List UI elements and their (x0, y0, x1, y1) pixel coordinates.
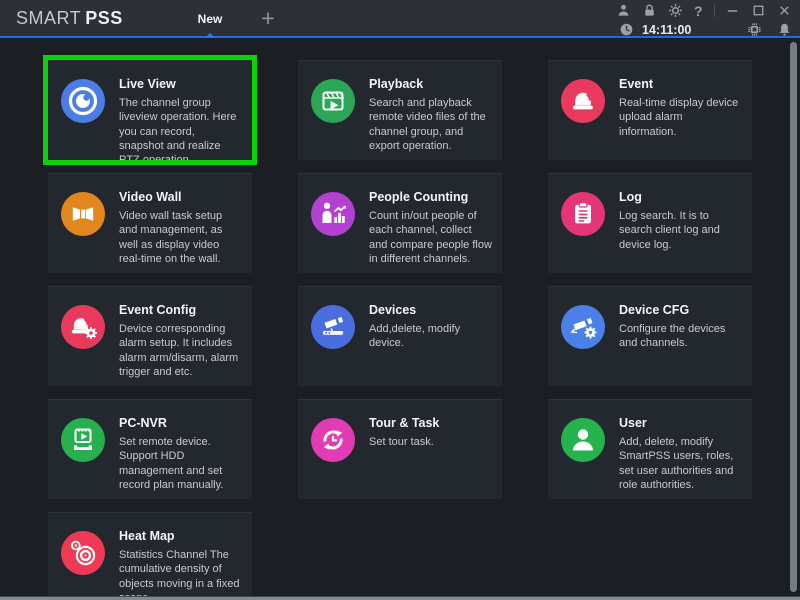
app-window: SMART PSS New + ? 14:11:00 Live View The… (0, 0, 800, 600)
tile-title: Event Config (119, 303, 197, 317)
tile-desc: Add, delete, modify SmartPSS users, role… (619, 436, 734, 491)
tile-devices[interactable]: Devices Add,delete, modify device. (298, 286, 502, 386)
tile-desc: Video wall task setup and management, as… (119, 210, 223, 265)
tile-playback[interactable]: Playback Search and playback remote vide… (298, 60, 502, 160)
bottom-window-edge (0, 596, 800, 600)
tile-title: Video Wall (119, 190, 182, 204)
tile-user[interactable]: User Add, delete, modify SmartPSS users,… (548, 399, 752, 499)
tile-title: PC-NVR (119, 416, 167, 430)
gear-icon[interactable] (668, 3, 683, 19)
titlebar-right: ? 14:11:00 (616, 2, 792, 38)
tile-desc: Set tour task. (369, 436, 434, 448)
tile-event[interactable]: Event Real-time display device upload al… (548, 60, 752, 160)
pc-nvr-icon (61, 418, 105, 462)
tile-desc: Search and playback remote video files o… (369, 97, 486, 152)
tile-title: User (619, 416, 647, 430)
tile-title: Live View (119, 77, 176, 91)
titlebar: SMART PSS New + ? 14:11:00 (0, 0, 800, 38)
lock-icon[interactable] (642, 3, 657, 19)
event-config-icon (61, 305, 105, 349)
log-icon (561, 192, 605, 236)
time-display: 14:11:00 (642, 22, 692, 37)
help-icon[interactable]: ? (694, 3, 703, 19)
tile-video-wall[interactable]: Video Wall Video wall task setup and man… (48, 173, 252, 273)
tile-title: Log (619, 190, 642, 204)
user-tile-icon (561, 418, 605, 462)
tab-new-label: New (197, 12, 223, 26)
live-view-icon (61, 79, 105, 123)
close-button[interactable] (777, 3, 792, 19)
tile-desc: Device corresponding alarm setup. It inc… (119, 323, 239, 378)
tile-device-cfg[interactable]: Device CFG Configure the devices and cha… (548, 286, 752, 386)
event-icon (561, 79, 605, 123)
tile-heat-map[interactable]: Heat Map Statistics Channel The cumulati… (48, 512, 252, 598)
tile-title: Event (619, 77, 654, 91)
tile-desc: Add,delete, modify device. (369, 323, 461, 350)
heat-map-icon (61, 531, 105, 575)
tile-grid: Live View The channel group liveview ope… (0, 38, 800, 598)
tile-desc: Real-time display device upload alarm in… (619, 97, 739, 138)
playback-icon (311, 79, 355, 123)
vertical-scrollbar[interactable] (790, 42, 797, 592)
people-counting-icon (311, 192, 355, 236)
add-tab-button[interactable]: + (254, 4, 282, 32)
tile-desc: Statistics Channel The cumulative densit… (119, 549, 240, 598)
tile-title: People Counting (369, 190, 469, 204)
alarm-bell-icon[interactable] (776, 22, 792, 38)
devices-icon (311, 305, 355, 349)
tile-tour-task[interactable]: Tour & Task Set tour task. (298, 399, 502, 499)
logo-pss: PSS (85, 8, 123, 28)
video-wall-icon (61, 192, 105, 236)
tile-desc: The channel group liveview operation. He… (119, 97, 237, 160)
tile-desc: Set remote device. Support HDD managemen… (119, 436, 224, 491)
titlebar-status-row: 14:11:00 (616, 21, 792, 38)
clock-icon (618, 22, 634, 38)
minimize-button[interactable] (725, 3, 740, 19)
device-status-icon[interactable] (746, 22, 762, 38)
tour-task-icon (311, 418, 355, 462)
device-cfg-icon (561, 305, 605, 349)
tile-title: Playback (369, 77, 424, 91)
tile-event-config[interactable]: Event Config Device corresponding alarm … (48, 286, 252, 386)
tile-people-counting[interactable]: People Counting Count in/out people of e… (298, 173, 502, 273)
tile-desc: Log search. It is to search client log a… (619, 210, 720, 251)
tile-desc: Configure the devices and channels. (619, 323, 726, 350)
app-logo: SMART PSS (16, 8, 123, 29)
titlebar-icon-row: ? (616, 2, 792, 19)
maximize-button[interactable] (751, 3, 766, 19)
logo-smart: SMART (16, 8, 82, 28)
tile-live-view[interactable]: Live View The channel group liveview ope… (48, 60, 252, 160)
tile-title: Devices (369, 303, 417, 317)
tile-desc: Count in/out people of each channel, col… (369, 210, 492, 265)
tile-title: Device CFG (619, 303, 690, 317)
tile-log[interactable]: Log Log search. It is to search client l… (548, 173, 752, 273)
tile-pc-nvr[interactable]: PC-NVR Set remote device. Support HDD ma… (48, 399, 252, 499)
user-icon[interactable] (616, 3, 631, 19)
content-area: Live View The channel group liveview ope… (0, 38, 800, 598)
tile-title: Heat Map (119, 529, 175, 543)
tile-title: Tour & Task (369, 416, 440, 430)
